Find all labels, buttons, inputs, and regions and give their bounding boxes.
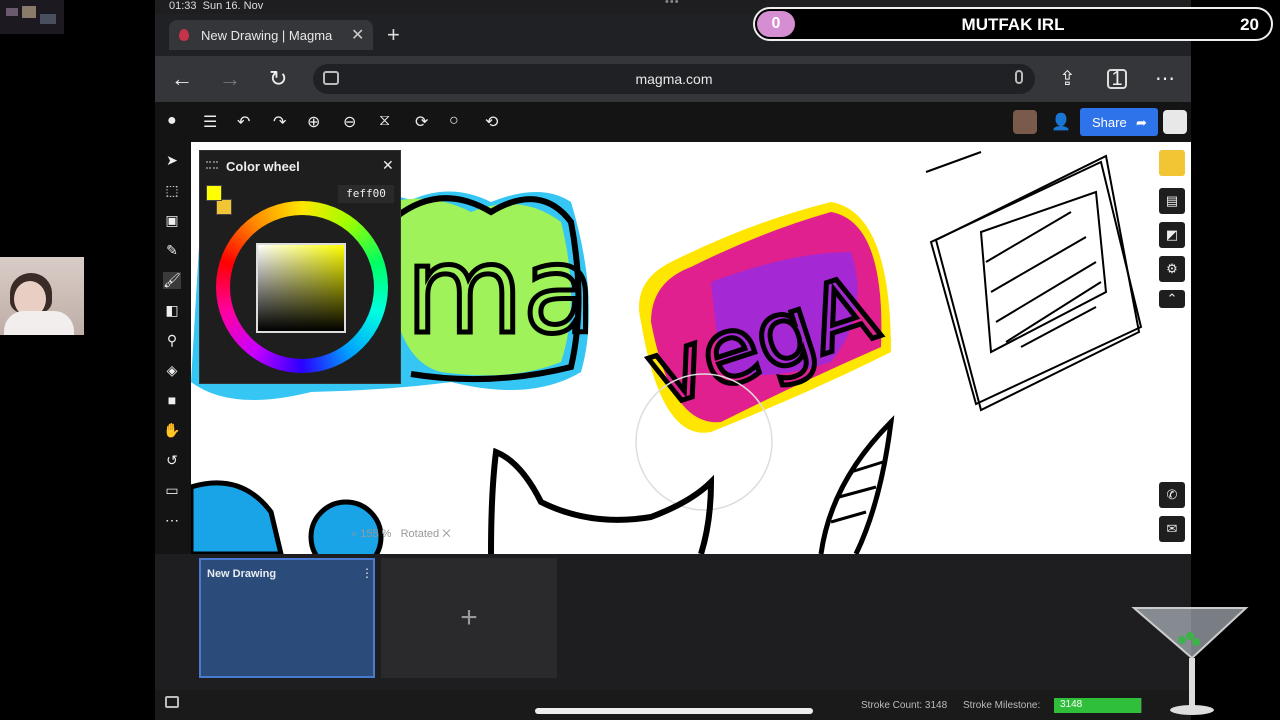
fit-view-icon[interactable]: ⟲ <box>485 112 498 132</box>
rotated-label: Rotated <box>400 528 440 540</box>
address-bar-row: ← → ↻ magma.com ⇪ 1 ⋯ <box>155 56 1191 102</box>
zoom-out-icon[interactable]: ⊖ <box>343 112 356 132</box>
more-menu-icon[interactable]: ⋯ <box>1155 66 1175 91</box>
add-drawing-button[interactable]: + <box>381 558 557 678</box>
zoom-icon: ⌕ <box>351 528 358 540</box>
magma-toolbar: ● ☰ ↶ ↷ ⊕ ⊖ ⧖ ⟳ ○ ⟲ 👤 Share ➦ <box>155 102 1191 142</box>
own-avatar[interactable] <box>1163 110 1187 134</box>
multitask-dots[interactable]: ••• <box>665 0 680 8</box>
stroke-count: Stroke Count: 3148 <box>861 700 948 711</box>
counter-right: 20 <box>1240 15 1259 34</box>
stream-thumbnail <box>0 0 64 34</box>
share-button[interactable]: Share ➦ <box>1080 108 1158 136</box>
filmstrip-icon[interactable] <box>165 696 179 708</box>
card-menu-icon[interactable]: ⋮ <box>361 566 373 580</box>
share-page-icon[interactable]: ⇪ <box>1059 66 1076 91</box>
zoom-indicator: ⌕ 155 % Rotated ✕ <box>351 528 471 546</box>
share-arrow-icon: ➦ <box>1136 115 1147 130</box>
close-tab-icon[interactable]: ✕ <box>351 25 364 45</box>
share-label: Share <box>1092 115 1127 130</box>
color-wheel-panel: Color wheel ✕ feff00 <box>199 150 401 384</box>
back-icon[interactable]: ← <box>171 66 193 92</box>
undo-icon[interactable]: ↶ <box>237 112 250 132</box>
microphone-icon[interactable] <box>1015 70 1023 84</box>
reset-view-icon[interactable]: ○ <box>449 112 459 130</box>
brush-tool-icon[interactable]: 🖌 <box>163 272 181 289</box>
color-panel-title: Color wheel <box>226 159 300 174</box>
rotate-icon[interactable]: ⟳ <box>415 112 428 132</box>
saturation-square[interactable] <box>256 243 346 333</box>
menu-icon[interactable]: ☰ <box>203 112 217 132</box>
webcam-overlay <box>0 257 84 335</box>
stroke-milestone-bar: 3148 <box>1054 698 1142 713</box>
tab-switcher-button[interactable]: 1 <box>1107 69 1127 89</box>
layers-icon[interactable]: ◩ <box>1159 222 1185 248</box>
rotate-tool-icon[interactable]: ↺ <box>163 452 181 469</box>
collapse-icon[interactable]: ⌃ <box>1159 290 1185 308</box>
screen: 01:33 Sun 16. Nov ••• New Drawing | Magm… <box>0 0 1280 720</box>
current-color-swatch[interactable] <box>1159 150 1185 176</box>
user-avatar[interactable] <box>1013 110 1037 134</box>
secondary-color-swatch[interactable] <box>216 199 232 215</box>
shape-tool-icon[interactable]: ■ <box>163 392 181 408</box>
status-time: 01:33 Sun 16. Nov <box>169 0 264 12</box>
eraser-tool-icon[interactable]: ◧ <box>163 302 181 319</box>
stream-title: MUTFAK IRL <box>961 15 1065 34</box>
drawings-strip: New Drawing ⋮ + <box>191 554 1191 684</box>
comment-tool-icon[interactable]: ▭ <box>163 482 181 499</box>
hand-tool-icon[interactable]: ✋ <box>163 422 181 439</box>
home-indicator[interactable] <box>535 708 813 714</box>
hex-input[interactable]: feff00 <box>338 185 394 203</box>
stroke-milestone-value: 3148 <box>1060 699 1083 710</box>
drawing-info-icon[interactable]: ▤ <box>1159 188 1185 214</box>
browser-tab[interactable]: New Drawing | Magma ✕ <box>169 20 373 50</box>
ipad-screen: 01:33 Sun 16. Nov ••• New Drawing | Magm… <box>155 0 1191 720</box>
fill-tool-icon[interactable]: ◈ <box>163 362 181 379</box>
redo-icon[interactable]: ↷ <box>273 112 286 132</box>
settings-icon[interactable]: ⚙ <box>1159 256 1185 282</box>
bottom-bar: Stroke Count: 3148 Stroke Milestone: 314… <box>155 690 1191 720</box>
drag-handle-icon[interactable] <box>206 161 218 169</box>
url-field[interactable]: magma.com <box>313 64 1035 94</box>
zoom-level: 155 % <box>360 528 392 540</box>
left-tool-column: ➤ ⬚ ▣ ✎ 🖌 ◧ ⚲ ◈ ■ ✋ ↺ ▭ ⋯ <box>155 142 191 554</box>
martini-glass-icon <box>1131 607 1249 715</box>
reload-icon[interactable]: ↻ <box>269 66 287 92</box>
reset-rotation-icon[interactable]: ✕ <box>442 528 450 540</box>
stroke-milestone-label: Stroke Milestone: <box>963 700 1041 711</box>
move-tool-icon[interactable]: ➤ <box>163 152 181 169</box>
forward-icon[interactable]: → <box>219 66 241 92</box>
stream-counter: 0 MUTFAK IRL 20 <box>753 7 1273 41</box>
canvas-text-ma: ma <box>406 222 596 361</box>
pencil-tool-icon[interactable]: ✎ <box>163 242 181 259</box>
eyedropper-tool-icon[interactable]: ⚲ <box>163 332 181 349</box>
close-panel-icon[interactable]: ✕ <box>382 157 394 174</box>
drawing-card-title: New Drawing <box>207 568 277 580</box>
transform-tool-icon[interactable]: ▣ <box>163 212 181 229</box>
add-user-icon[interactable]: 👤 <box>1051 112 1071 132</box>
flip-icon[interactable]: ⧖ <box>379 112 390 130</box>
right-tool-column: ▤ ◩ ⚙ ⌃ ✆ ✉ <box>1155 142 1191 554</box>
chat-icon[interactable]: ✉ <box>1159 516 1185 542</box>
call-icon[interactable]: ✆ <box>1159 482 1185 508</box>
more-tools-icon[interactable]: ⋯ <box>163 512 181 529</box>
primary-color-swatch[interactable] <box>206 185 222 201</box>
tab-title: New Drawing | Magma <box>201 28 333 43</box>
magma-logo-icon[interactable]: ● <box>167 112 177 130</box>
zoom-in-icon[interactable]: ⊕ <box>307 112 320 132</box>
new-tab-icon[interactable]: + <box>387 22 400 48</box>
url-text: magma.com <box>635 71 713 87</box>
drawing-card[interactable]: New Drawing ⋮ <box>199 558 375 678</box>
magma-favicon-icon <box>179 29 189 41</box>
select-tool-icon[interactable]: ⬚ <box>163 182 181 199</box>
